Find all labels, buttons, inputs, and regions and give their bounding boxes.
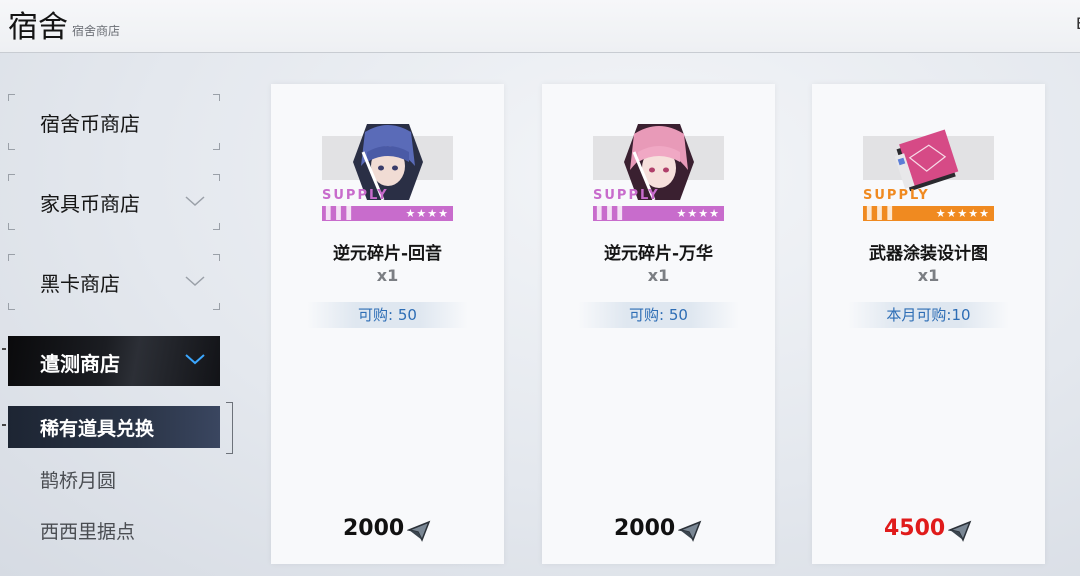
item-quantity: x1 [647,266,670,285]
supply-tag: SUPPLY [593,188,660,203]
sidebar-item-label: 黑卡商店 [40,272,120,296]
currency-icon [407,520,431,542]
corner-decoration [213,94,220,101]
header-edge-text: E [1076,14,1080,33]
item-name: 逆元碎片-万华 [603,244,714,264]
sub-item-label: 稀有道具兑换 [40,418,155,440]
item-name: 逆元碎片-回音 [332,244,443,264]
page-header: 宿舍 宿舍商店 E [0,0,1080,53]
page-title: 宿舍 [8,10,68,45]
sub-item-magpie-bridge[interactable]: 鹊桥月圆 [40,466,116,493]
selection-tick [2,424,6,426]
corner-decoration [213,303,220,310]
rarity-stars: ★★★★ [405,207,449,220]
corner-decoration [8,303,15,310]
shop-item-card[interactable]: SUPPLY ▌▌▌ ★★★★★ 武器涂装设计图 x1 本月可购:10 4500 [812,84,1045,564]
item-name: 武器涂装设计图 [869,244,988,264]
selection-bracket [226,402,233,454]
sidebar-item-label: 遣测商店 [40,352,120,376]
item-price: 2000 [614,516,676,541]
item-price: 4500 [884,516,946,541]
purchase-limit: 可购: 50 [307,302,468,328]
chevron-down-icon [185,276,205,287]
corner-decoration [213,254,220,261]
corner-decoration [8,223,15,230]
corner-decoration [8,254,15,261]
corner-decoration [8,174,15,181]
corner-decoration [8,143,15,150]
corner-decoration [8,94,15,101]
rarity-stripes: ▌▌▌ [867,206,898,220]
corner-decoration [213,174,220,181]
corner-decoration [213,223,220,230]
sub-item-rare-exchange[interactable]: 稀有道具兑换 [8,406,220,448]
sidebar-item-label: 家具币商店 [40,192,140,216]
page-subtitle: 宿舍商店 [72,24,121,38]
purchase-limit: 可购: 50 [578,302,739,328]
sidebar-item-black-card-shop[interactable]: 黑卡商店 [8,254,220,310]
sidebar-item-active[interactable]: 遣测商店 [8,336,220,386]
sidebar-item-furniture-coin-shop[interactable]: 家具币商店 [8,174,220,230]
rarity-stripes: ▌▌▌ [326,206,357,220]
rarity-bar: ▌▌▌ ★★★★ [593,206,724,221]
purchase-limit: 本月可购:10 [848,302,1009,328]
item-quantity: x1 [376,266,399,285]
rarity-stripes: ▌▌▌ [597,206,628,220]
chevron-down-icon [185,196,205,207]
rarity-bar: ▌▌▌ ★★★★★ [863,206,994,221]
selection-tick [2,348,6,350]
currency-icon [678,520,702,542]
rarity-stars: ★★★★ [676,207,720,220]
supply-tag: SUPPLY [863,188,930,203]
chevron-down-icon [185,354,205,365]
shop-item-card[interactable]: SUPPLY ▌▌▌ ★★★★ 逆元碎片-万华 x1 可购: 50 2000 [542,84,775,564]
sidebar-item-label: 宿舍币商店 [40,112,140,136]
sidebar-item-dorm-coin-shop[interactable]: 宿舍币商店 [8,94,220,150]
rarity-stars: ★★★★★ [935,207,990,220]
sub-item-sicily-stronghold[interactable]: 西西里据点 [40,517,135,544]
item-price: 2000 [343,516,405,541]
currency-icon [948,520,972,542]
item-quantity: x1 [917,266,940,285]
corner-decoration [213,143,220,150]
shop-item-card[interactable]: SUPPLY ▌▌▌ ★★★★ 逆元碎片-回音 x1 可购: 50 2000 [271,84,504,564]
rarity-bar: ▌▌▌ ★★★★ [322,206,453,221]
supply-tag: SUPPLY [322,188,389,203]
